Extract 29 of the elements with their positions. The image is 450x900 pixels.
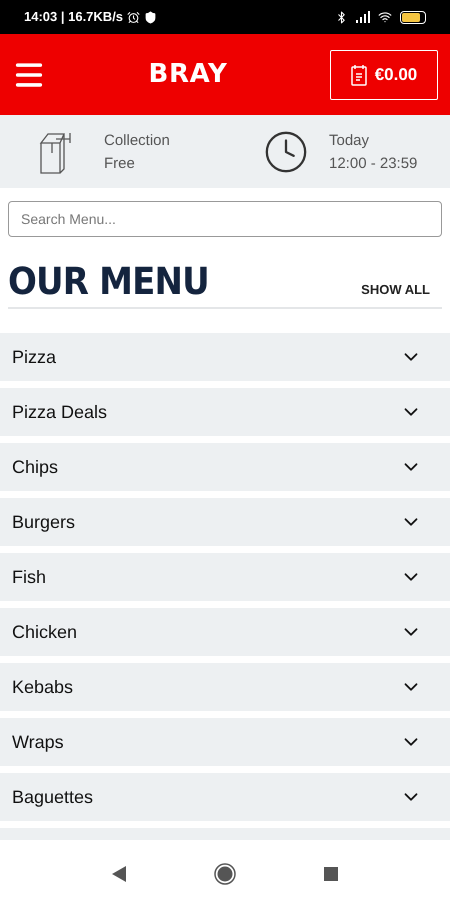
- category-row[interactable]: Burgers: [0, 498, 450, 546]
- battery-icon: [400, 10, 426, 24]
- status-text: 14:03 | 16.7KB/s: [24, 8, 124, 26]
- basket-icon: [350, 64, 367, 86]
- category-row[interactable]: Pizza: [0, 333, 450, 381]
- info-label: Collection: [104, 130, 170, 150]
- back-icon[interactable]: [112, 866, 126, 882]
- store-title: BRAY: [148, 58, 228, 91]
- search-field[interactable]: Search Menu...: [8, 201, 442, 237]
- signal-icon: [356, 11, 370, 23]
- category-row[interactable]: Fish: [0, 553, 450, 601]
- cart-button[interactable]: €0.00: [330, 50, 438, 100]
- alarm-icon: [127, 10, 140, 24]
- category-row[interactable]: Chips: [0, 443, 450, 491]
- menu-heading: OUR MENU: [8, 259, 209, 306]
- category-row[interactable]: Pizza Deals: [0, 388, 450, 436]
- bluetooth-icon: [335, 10, 348, 24]
- category-row[interactable]: Wraps: [0, 718, 450, 766]
- info-value: 12:00 - 23:59: [329, 154, 418, 174]
- show-all-link[interactable]: SHOW ALL: [361, 280, 430, 299]
- wifi-icon: [378, 10, 392, 24]
- shield-icon: [144, 10, 158, 24]
- clock-icon: [263, 128, 309, 174]
- info-label: Today: [329, 130, 370, 150]
- category-row[interactable]: Kebabs: [0, 663, 450, 711]
- category-row[interactable]: Baguettes: [0, 773, 450, 821]
- category-row[interactable]: Chicken: [0, 608, 450, 656]
- info-value: Free: [104, 154, 136, 174]
- home-icon[interactable]: [214, 863, 236, 885]
